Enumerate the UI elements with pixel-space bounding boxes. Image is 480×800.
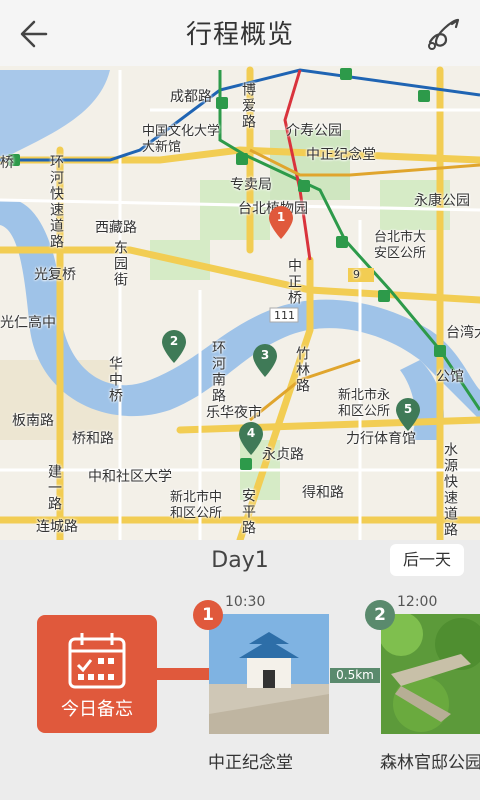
street-dehe: 得和路 bbox=[302, 485, 344, 501]
map-marker-4[interactable]: 4 bbox=[238, 422, 264, 456]
route-button[interactable] bbox=[422, 12, 466, 56]
street-jianyi: 建一路 bbox=[46, 464, 62, 512]
street-bridge-left: 桥 bbox=[0, 155, 14, 171]
road-shield-111: 111 bbox=[274, 309, 295, 322]
street-xizang: 西藏路 bbox=[95, 220, 137, 236]
street-shuiyuan: 水源快速道路 bbox=[442, 442, 458, 538]
street-huanhe-south: 环河南路 bbox=[210, 340, 226, 404]
daily-memo-card[interactable]: 今日备忘 bbox=[37, 615, 157, 733]
itinerary-panel: Day1 后一天 今日备忘 1 10:30 中正纪念堂 0.5km 2 12:0… bbox=[0, 540, 480, 800]
street-huazhong-bridge: 华中桥 bbox=[107, 356, 123, 404]
distance-label: 0.5km bbox=[330, 668, 380, 683]
place-zhonghe-office: 新北市中和区公所 bbox=[170, 490, 223, 521]
street-yongzhen: 永贞路 bbox=[262, 447, 304, 463]
map-marker-3[interactable]: 3 bbox=[252, 344, 278, 378]
stop-time-2: 12:00 bbox=[397, 594, 438, 610]
map-marker-2[interactable]: 2 bbox=[161, 330, 187, 364]
street-zhulin: 竹林路 bbox=[294, 346, 310, 394]
calendar-check-icon bbox=[68, 633, 126, 689]
place-guangren: 光仁高中 bbox=[0, 315, 56, 331]
street-dongyuan: 东园街 bbox=[112, 240, 128, 288]
stop-badge-1: 1 bbox=[193, 600, 223, 630]
street-boai: 博爱路 bbox=[240, 82, 256, 130]
road-shield-9: 9 bbox=[353, 268, 360, 281]
stop-card-1[interactable]: 1 10:30 中正纪念堂 bbox=[193, 594, 329, 773]
place-cultural-univ: 中国文化大学大新馆 bbox=[142, 124, 221, 155]
street-qiaohe: 桥和路 bbox=[72, 431, 114, 447]
memo-connector bbox=[157, 668, 209, 680]
stop-photo-memorial bbox=[209, 614, 329, 734]
stop-badge-2: 2 bbox=[365, 600, 395, 630]
memo-label: 今日备忘 bbox=[61, 699, 133, 720]
place-taiwan-univ: 台湾大学 bbox=[446, 325, 480, 341]
place-daan-office: 台北市大安区公所 bbox=[374, 230, 427, 261]
street-huanhe: 环河快速道路 bbox=[48, 154, 64, 250]
stop-card-2[interactable]: 2 12:00 森林官邸公园 bbox=[365, 594, 480, 773]
map-marker-1[interactable]: 1 bbox=[268, 206, 294, 240]
place-lehua-market: 乐华夜市 bbox=[206, 405, 262, 421]
street-guangfu-bridge: 光复桥 bbox=[34, 267, 76, 283]
next-day-button[interactable]: 后一天 bbox=[390, 544, 464, 576]
map-view[interactable]: 成都路 博爱路 西藏路 东园街 光复桥 光仁高中 华中桥 板南路 桥和路 建一路… bbox=[0, 0, 480, 540]
stop-name-1: 中正纪念堂 bbox=[208, 753, 293, 773]
route-swirl-icon bbox=[428, 18, 460, 50]
place-cks-memorial: 中正纪念堂 bbox=[306, 147, 376, 163]
place-monopoly-bureau: 专卖局 bbox=[230, 177, 272, 193]
map-marker-5[interactable]: 5 bbox=[395, 398, 421, 432]
place-gongguan: 公馆 bbox=[436, 369, 464, 385]
street-anping: 安平路 bbox=[240, 488, 256, 536]
place-jieshou-park: 介寿公园 bbox=[286, 123, 342, 139]
stop-photo-forest-park bbox=[381, 614, 480, 734]
street-zhongzheng-bridge: 中正桥 bbox=[286, 258, 302, 306]
street-banshan: 板南路 bbox=[12, 413, 54, 429]
place-yongkang-park: 永康公园 bbox=[414, 193, 470, 209]
page-title: 行程概览 bbox=[185, 20, 294, 50]
place-yonghe-office: 新北市永和区公所 bbox=[338, 388, 391, 419]
street-chengdu: 成都路 bbox=[170, 89, 212, 105]
app-header: 行程概览 bbox=[0, 0, 480, 66]
stop-name-2: 森林官邸公园 bbox=[380, 753, 480, 773]
place-zhonghe-univ: 中和社区大学 bbox=[88, 469, 172, 485]
street-liancheng: 连城路 bbox=[36, 519, 78, 535]
stop-time-1: 10:30 bbox=[225, 594, 266, 610]
